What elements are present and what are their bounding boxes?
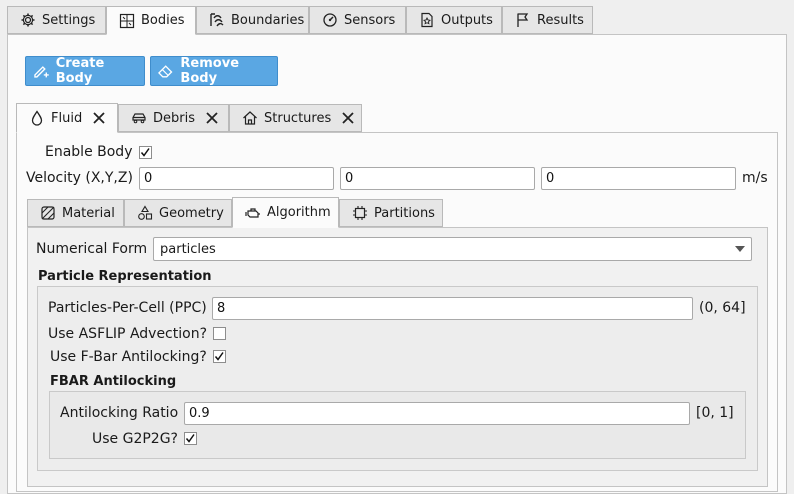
tab-bodies-label: Bodies — [141, 13, 185, 28]
tab-algorithm[interactable]: Algorithm — [232, 197, 339, 228]
g2p2g-checkbox[interactable] — [184, 432, 197, 445]
velocity-unit: m/s — [742, 170, 768, 186]
create-body-label: Create Body — [55, 56, 105, 86]
close-icon[interactable] — [205, 111, 219, 125]
ppc-input[interactable] — [212, 297, 693, 320]
tab-algorithm-label: Algorithm — [267, 205, 331, 220]
tab-outputs-label: Outputs — [441, 12, 493, 28]
tab-structures[interactable]: Structures — [229, 104, 362, 132]
wave-icon — [209, 12, 225, 28]
tab-boundaries-label: Boundaries — [231, 12, 305, 28]
fbar-label: Use F-Bar Antilocking? — [50, 349, 207, 365]
tab-partitions[interactable]: Partitions — [339, 199, 443, 227]
tab-results[interactable]: Results — [502, 6, 593, 34]
asflip-checkbox[interactable] — [213, 327, 226, 340]
check-icon — [185, 434, 195, 443]
ppc-label: Particles-Per-Cell (PPC) — [48, 300, 207, 316]
fbar-checkbox[interactable] — [213, 350, 226, 363]
engine-icon — [245, 205, 261, 221]
pencil-plus-icon — [34, 66, 49, 78]
particle-representation-title: Particle Representation — [38, 269, 212, 284]
close-icon[interactable] — [92, 111, 106, 125]
enable-body-label: Enable Body — [45, 144, 133, 160]
car-icon — [131, 110, 147, 126]
tab-partitions-label: Partitions — [374, 205, 435, 221]
tab-material[interactable]: Material — [27, 199, 124, 227]
velocity-label: Velocity (X,Y,Z) — [26, 170, 133, 186]
antilocking-ratio-range: [0, 1] — [696, 405, 734, 421]
asflip-label: Use ASFLIP Advection? — [48, 326, 208, 342]
fbar-antilocking-title: FBAR Antilocking — [50, 374, 177, 389]
velocity-z-input[interactable] — [541, 167, 736, 190]
enable-body-checkbox[interactable] — [139, 146, 152, 159]
droplet-icon — [29, 110, 45, 126]
tab-fluid[interactable]: Fluid — [16, 103, 118, 133]
tab-results-label: Results — [537, 12, 584, 28]
tab-material-label: Material — [62, 205, 115, 221]
antilocking-ratio-input[interactable] — [184, 402, 690, 425]
tab-settings-label: Settings — [42, 12, 96, 28]
tab-debris[interactable]: Debris — [118, 104, 229, 132]
eraser-icon — [157, 65, 173, 78]
tab-outputs[interactable]: Outputs — [406, 6, 502, 34]
remove-body-label: Remove Body — [180, 56, 240, 86]
tab-structures-label: Structures — [264, 110, 332, 126]
tab-sensors[interactable]: Sensors — [309, 6, 406, 34]
chevron-down-icon — [735, 246, 745, 252]
tab-geometry[interactable]: Geometry — [124, 199, 232, 227]
tab-sensors-label: Sensors — [344, 12, 396, 28]
close-icon[interactable] — [341, 111, 355, 125]
remove-body-button[interactable]: Remove Body — [150, 56, 278, 86]
file-icon — [419, 12, 435, 28]
chip-icon — [352, 205, 368, 221]
tab-fluid-label: Fluid — [51, 110, 83, 126]
tab-bodies[interactable]: Bodies — [106, 6, 196, 35]
antilocking-ratio-label: Antilocking Ratio — [60, 405, 179, 421]
material-icon — [40, 205, 56, 221]
tab-geometry-label: Geometry — [159, 205, 224, 221]
house-icon — [242, 110, 258, 126]
flag-icon — [515, 12, 531, 28]
g2p2g-label: Use G2P2G? — [92, 431, 178, 447]
shapes-icon — [137, 205, 153, 221]
tab-boundaries[interactable]: Boundaries — [196, 6, 309, 34]
numerical-form-label: Numerical Form — [36, 241, 148, 257]
check-icon — [140, 148, 150, 157]
velocity-y-input[interactable] — [340, 167, 535, 190]
tab-settings[interactable]: Settings — [7, 6, 106, 34]
bodies-icon — [119, 13, 135, 29]
gauge-icon — [322, 12, 338, 28]
create-body-button[interactable]: Create Body — [25, 56, 145, 86]
gear-icon — [20, 12, 36, 28]
numerical-form-select[interactable]: particles — [153, 237, 752, 261]
check-icon — [214, 352, 224, 361]
velocity-x-input[interactable] — [139, 167, 334, 190]
numerical-form-value: particles — [160, 241, 216, 257]
ppc-range: (0, 64] — [699, 300, 746, 316]
tab-debris-label: Debris — [153, 110, 195, 126]
